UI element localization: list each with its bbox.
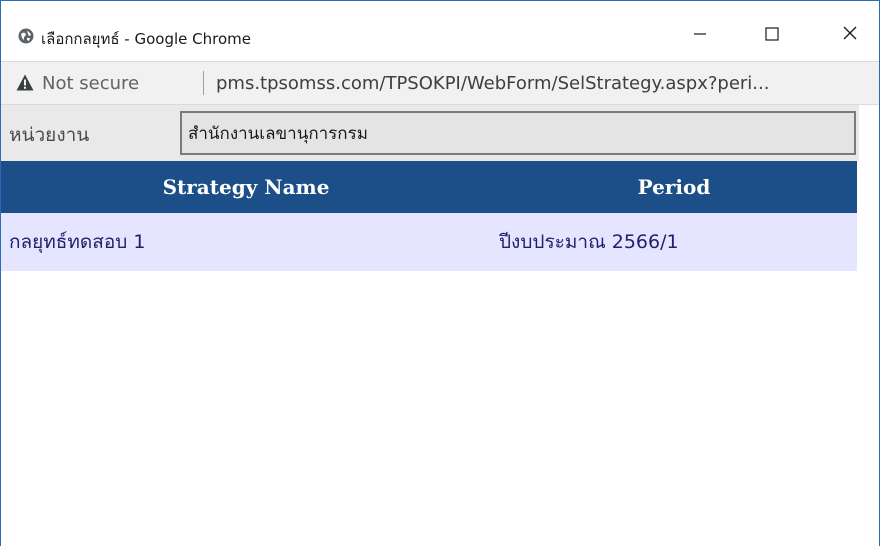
unit-field[interactable] <box>180 111 856 155</box>
browser-popup-window: เลือกกลยุทธ์ - Google Chrome Not secure … <box>0 0 880 546</box>
period-cell[interactable]: ปีงบประมาณ 2566/1 <box>491 213 857 271</box>
url-text[interactable]: pms.tpsomss.com/TPSOKPI/WebForm/SelStrat… <box>216 73 866 94</box>
maximize-icon <box>765 26 779 45</box>
page-content: หน่วยงาน Strategy Name Period กลยุทธ์ทดส… <box>1 105 879 546</box>
unit-row: หน่วยงาน <box>1 105 859 161</box>
column-header-strategy-name[interactable]: Strategy Name <box>1 161 491 213</box>
column-header-period[interactable]: Period <box>491 161 857 213</box>
strategy-table: Strategy Name Period กลยุทธ์ทดสอบ 1 ปีงบ… <box>1 161 857 271</box>
security-status-text[interactable]: Not secure <box>42 73 139 94</box>
table-header-row: Strategy Name Period <box>1 161 857 213</box>
window-title: เลือกกลยุทธ์ - Google Chrome <box>41 30 251 48</box>
table-row[interactable]: กลยุทธ์ทดสอบ 1 ปีงบประมาณ 2566/1 <box>1 213 857 271</box>
globe-icon <box>18 28 34 44</box>
minimize-icon <box>693 26 707 45</box>
minimize-button[interactable] <box>677 15 723 55</box>
close-icon <box>842 25 858 45</box>
address-separator <box>203 71 204 95</box>
unit-label: หน่วยงาน <box>9 124 90 146</box>
maximize-button[interactable] <box>749 15 795 55</box>
address-bar[interactable]: Not secure pms.tpsomss.com/TPSOKPI/WebFo… <box>1 61 879 105</box>
title-bar[interactable]: เลือกกลยุทธ์ - Google Chrome <box>1 1 879 61</box>
strategy-name-cell[interactable]: กลยุทธ์ทดสอบ 1 <box>1 213 491 271</box>
close-button[interactable] <box>827 15 873 55</box>
warning-triangle-icon[interactable] <box>16 74 34 91</box>
